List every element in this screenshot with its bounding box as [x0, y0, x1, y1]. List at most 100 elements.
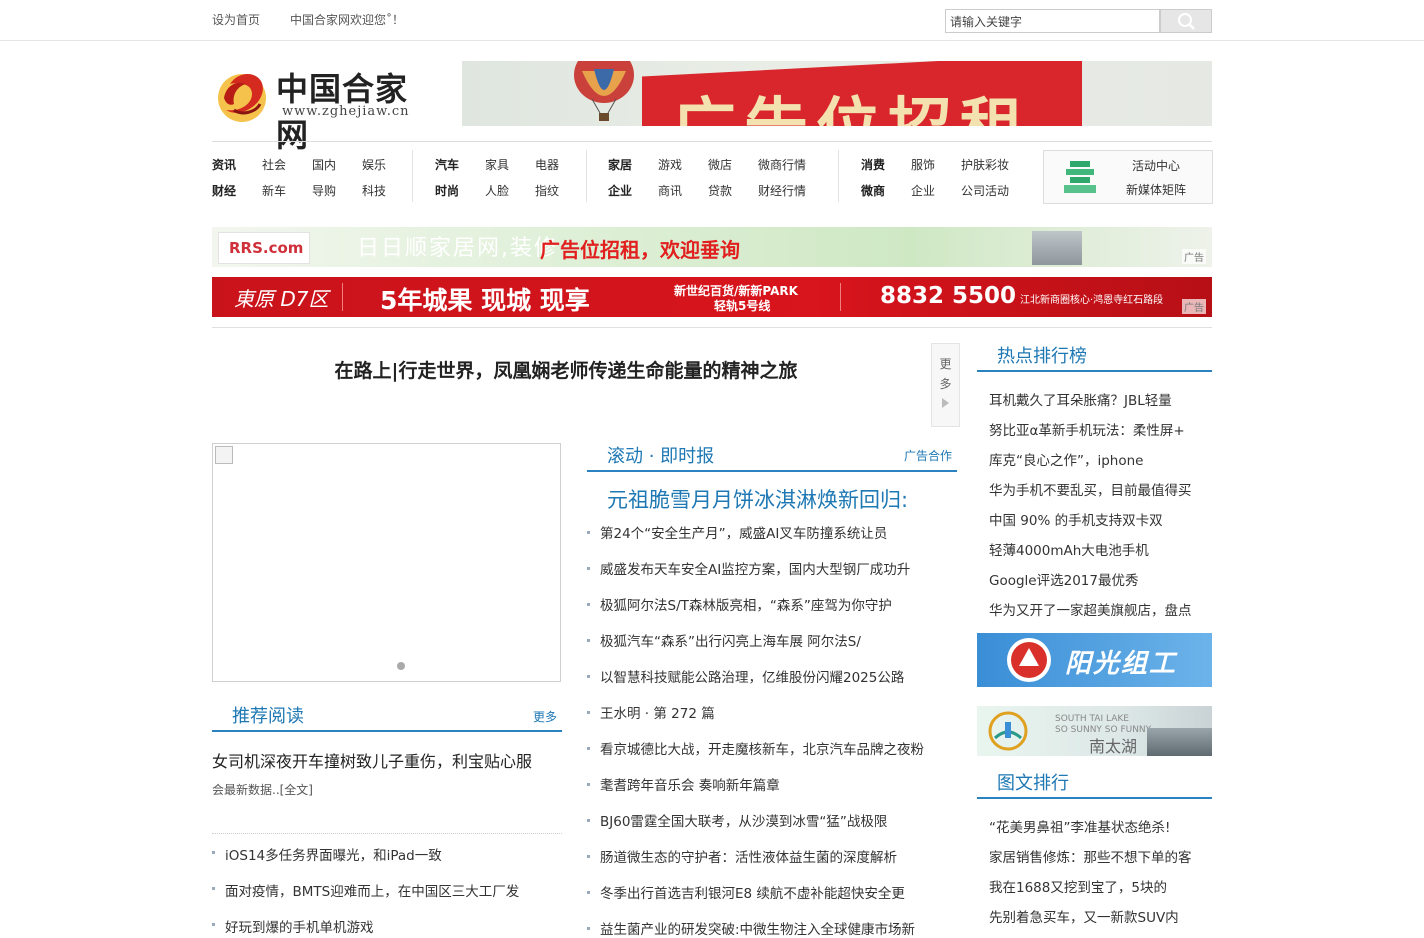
search-button[interactable] [1160, 9, 1212, 33]
list-item[interactable]: 肠道微生态的守护者：活性液体益生菌的深度解析 [600, 846, 897, 866]
nav-divider [212, 141, 1212, 142]
sunshine-ad[interactable]: 阳光组工 [977, 633, 1212, 687]
rolling-lead-link[interactable]: 元祖脆雪月月饼冰淇淋焕新回归: [607, 484, 908, 514]
list-item[interactable]: 益生菌产业的研发突破:中微生物注入全球健康市场新 [600, 918, 915, 938]
search-icon [1178, 13, 1195, 30]
nav-xiaofei[interactable]: 消费 [861, 156, 885, 173]
photo-rank-item[interactable]: 我在1688又挖到宝了，5块的 [989, 876, 1167, 896]
phoenix-logo-icon [218, 73, 266, 122]
hot-item[interactable]: 中国 90% 的手机支持双卡双 [989, 509, 1163, 529]
nav-jiaju[interactable]: 家具 [485, 156, 509, 173]
list-item[interactable]: 极狐汽车“森系”出行闪亮上海车展 阿尔法S/ [600, 630, 861, 650]
nav-daogou[interactable]: 导购 [312, 182, 336, 199]
nav-guonei[interactable]: 国内 [312, 156, 336, 173]
bullet [587, 819, 590, 822]
media-matrix-link[interactable]: 新媒体矩阵 [1126, 181, 1186, 198]
emblem-icon [1007, 638, 1051, 682]
nav-weidian[interactable]: 微店 [708, 156, 732, 173]
d7-banner-ad[interactable]: 東原 D7区 5年城果 现城 现享 新世纪百货/新新PARK 轻轨5号线 883… [212, 277, 1212, 317]
hot-item[interactable]: 轻薄4000mAh大电池手机 [989, 539, 1149, 559]
nav-daikuan[interactable]: 贷款 [708, 182, 732, 199]
ad-cooperation-link[interactable]: 广告合作 [904, 447, 952, 464]
welcome-text: 中国合家网欢迎您˚！ [290, 13, 405, 27]
nav-caijing-hangqing[interactable]: 财经行情 [758, 182, 806, 199]
list-item[interactable]: 第24个“安全生产月”，威盛AI叉车防撞系统让员 [600, 522, 887, 542]
search-placeholder: 请输入关键字 [950, 15, 1023, 29]
balloon-icon [574, 61, 634, 121]
nav-weishang-hangqing[interactable]: 微商行情 [758, 156, 806, 173]
hot-item[interactable]: 努比亚α革新手机玩法：柔性屏+ [989, 419, 1185, 439]
bullet [587, 711, 590, 714]
nav-shishang[interactable]: 时尚 [435, 182, 459, 199]
slide-dot[interactable] [397, 662, 405, 670]
south-lake-cn: 南太湖 [1089, 737, 1138, 756]
bullet [587, 747, 590, 750]
nav-fushi[interactable]: 服饰 [911, 156, 935, 173]
list-item[interactable]: 极狐阿尔法S/T森林版亮相，“森系”座驾为你守护 [600, 594, 892, 614]
nav-shangxun[interactable]: 商讯 [658, 182, 682, 199]
list-item[interactable]: BJ60雷霆全国大联考，从沙漠到冰雪“猛”战极限 [600, 810, 887, 830]
list-item[interactable]: 冬季出行首选吉利银河E8 续航不虚补能超快安全更 [600, 882, 905, 902]
recommend-more-link[interactable]: 更多 [533, 708, 557, 725]
nav-youxi[interactable]: 游戏 [658, 156, 682, 173]
photo-rank-item[interactable]: 家居销售修炼：那些不想下单的客 [989, 846, 1192, 866]
hot-item[interactable]: 华为又开了一家超美旗舰店，盘点 [989, 599, 1192, 619]
slideshow-image[interactable] [212, 443, 561, 682]
hot-item[interactable]: Google评选2017最优秀 [989, 569, 1138, 589]
nav-qiche[interactable]: 汽车 [435, 156, 459, 173]
nav-separator [586, 150, 587, 202]
logo-url: www.zghejiaw.cn [282, 104, 410, 119]
list-item[interactable]: 王水明 · 第 272 篇 [600, 702, 715, 722]
list-item[interactable]: 以智慧科技赋能公路治理，亿维股份闪耀2025公路 [600, 666, 904, 686]
nav-renlian[interactable]: 人脸 [485, 182, 509, 199]
bullet [587, 603, 590, 606]
hot-item[interactable]: 库克“良心之作”，iphone [989, 449, 1144, 469]
list-item[interactable]: 好玩到爆的手机单机游戏 [225, 916, 374, 936]
headline-link[interactable]: 在路上|行走世界，凤凰娴老师传递生命能量的精神之旅 [212, 356, 920, 383]
nav-weishang[interactable]: 微商 [861, 182, 885, 199]
nav-caijing[interactable]: 财经 [212, 182, 236, 199]
recommend-feature-desc[interactable]: 会最新数据..[全文] [212, 781, 313, 798]
hot-ranking-title: 热点排行榜 [997, 346, 1087, 367]
bullet [212, 851, 215, 854]
appliance-image [1032, 231, 1082, 265]
nav-hufu[interactable]: 护肤彩妆 [961, 156, 1009, 173]
set-home-link[interactable]: 设为首页 [212, 11, 260, 28]
photo-rank-item[interactable]: 先别着急买车，又一新款SUV内 [989, 906, 1179, 926]
nav-xinche[interactable]: 新车 [262, 182, 286, 199]
activity-center-box[interactable]: 活动中心 新媒体矩阵 [1043, 150, 1213, 204]
nav-zixun[interactable]: 资讯 [212, 156, 236, 173]
site-logo[interactable]: 中国合家网 www.zghejiaw.cn [212, 62, 432, 154]
nav-keji[interactable]: 科技 [362, 182, 386, 199]
south-lake-en1: SOUTH TAI LAKE [1055, 714, 1129, 724]
photo-rank-item[interactable]: “花美男鼻祖”李准基状态绝杀! [989, 816, 1170, 836]
list-item[interactable]: 耄耆跨年音乐会 奏响新年篇章 [600, 774, 780, 794]
search-input[interactable]: 请输入关键字 [945, 9, 1160, 33]
recommend-feature-title[interactable]: 女司机深夜开车撞树致儿子重伤，利宝贴心服 [212, 748, 532, 772]
nav-yule[interactable]: 娱乐 [362, 156, 386, 173]
d7-address: 江北新商圈核心·鸿恩寺红石路段 [1020, 295, 1164, 306]
rrs-banner-ad[interactable]: RRS.com 日日顺家居网,装修 广告位招租，欢迎垂询 广告 [212, 227, 1212, 267]
bullet [212, 923, 215, 926]
nav-zhiwen[interactable]: 指纹 [535, 182, 559, 199]
activity-logo-icon [1064, 161, 1096, 193]
bullet [587, 855, 590, 858]
top-banner-ad[interactable]: 广告位招租 [462, 61, 1212, 126]
nav-qiye2[interactable]: 企业 [911, 182, 935, 199]
nav-qiye[interactable]: 企业 [608, 182, 632, 199]
section-underline [977, 370, 1212, 372]
rrs-overlay-text: 广告位招租，欢迎垂询 [540, 238, 740, 262]
list-item[interactable]: 面对疫情，BMTS迎难而上，在中国区三大工厂发 [225, 880, 519, 900]
list-item[interactable]: iOS14多任务界面曝光，和iPad一致 [225, 844, 442, 864]
hot-item[interactable]: 耳机戴久了耳朵胀痛？JBL轻量 [989, 389, 1172, 409]
nav-dianqi[interactable]: 电器 [535, 156, 559, 173]
list-item[interactable]: 看京城德比大战，开走魔核新车，北京汽车品牌之夜粉 [600, 738, 924, 758]
headline-more-button[interactable]: 更 多 [931, 343, 960, 427]
nav-jiaju-home[interactable]: 家居 [608, 156, 632, 173]
activity-center-link[interactable]: 活动中心 [1132, 157, 1180, 174]
nav-shehui[interactable]: 社会 [262, 156, 286, 173]
list-item[interactable]: 威盛发布天车安全AI监控方案，国内大型钢厂成功升 [600, 558, 910, 578]
hot-item[interactable]: 华为手机不要乱买，目前最值得买 [989, 479, 1192, 499]
nav-gongsi-huodong[interactable]: 公司活动 [961, 182, 1009, 199]
south-tai-lake-ad[interactable]: SOUTH TAI LAKE SO SUNNY SO FUNNY 南太湖 [977, 706, 1212, 756]
